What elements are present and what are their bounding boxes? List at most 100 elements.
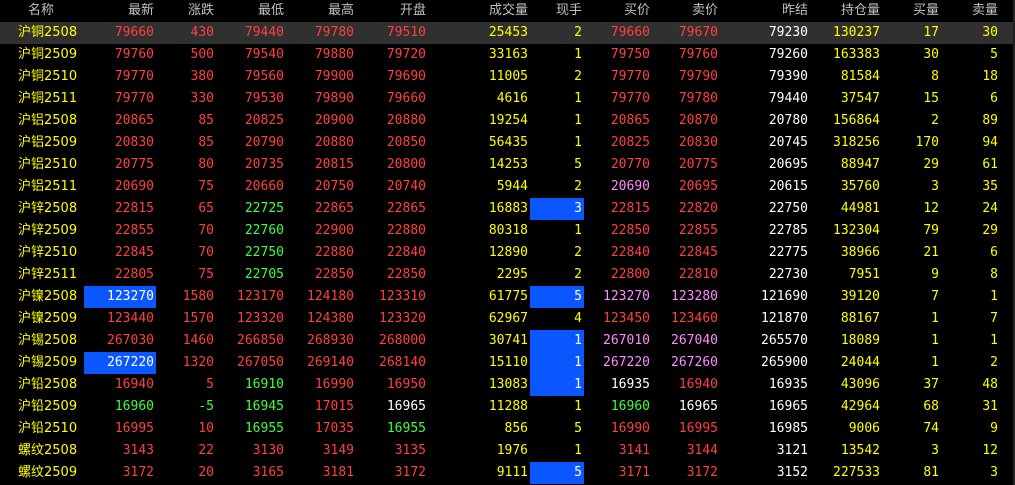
quote-row[interactable]: 沪铝2509 20830 85 20790 20880 20850 56435 1 20825 2…: [0, 132, 1015, 154]
cell-oi: 24044: [840, 355, 880, 370]
quote-row[interactable]: 沪铜2509 79760 500 79540 79880 79720 33163 1 79750…: [0, 44, 1015, 66]
column-header-prev[interactable]: 昨结: [744, 0, 810, 22]
cell-ask: 3172: [686, 465, 718, 480]
cell-cur: 1: [530, 374, 584, 396]
cell-askv: 3: [990, 465, 998, 480]
cell-bid: 16960: [610, 399, 650, 414]
cell-vol: 80318: [488, 223, 528, 238]
cell-chg: 5: [206, 377, 214, 392]
column-header-oi[interactable]: 持仓量: [810, 0, 882, 22]
column-header-chg[interactable]: 涨跌: [156, 0, 216, 22]
cell-low: 123320: [237, 311, 284, 326]
cell-chg: -5: [198, 399, 214, 414]
quote-row[interactable]: 沪铝2510 20775 80 20735 20815 20800 14253 5 20770 2…: [0, 154, 1015, 176]
cell-last: 20690: [114, 179, 154, 194]
cell-askv: 30: [982, 25, 998, 40]
cell-prev: 265900: [761, 355, 808, 370]
column-header-bid[interactable]: 买价: [590, 0, 652, 22]
quote-row[interactable]: 沪锌2511 22805 75 22705 22850 22850 2295 2 22800 22…: [0, 264, 1015, 286]
quote-row[interactable]: 沪镍2509 123440 1570 123320 124380 123320 62967 4…: [0, 308, 1015, 330]
cell-oi: 44981: [840, 201, 880, 216]
column-header-ask[interactable]: 卖价: [652, 0, 720, 22]
quote-row[interactable]: 螺纹2509 3172 20 3165 3181 3172 9111 5 3171 3172 315…: [0, 462, 1015, 484]
cell-ask: 16965: [678, 399, 718, 414]
cell-high: 79890: [314, 91, 354, 106]
quote-row[interactable]: 沪铜2510 79770 380 79560 79900 79690 11005 2 79770…: [0, 66, 1015, 88]
quote-table-body: 沪铜2508 79660 430 79440 79780 79510 25453 2 79660…: [0, 22, 1015, 484]
quote-row[interactable]: 沪铅2509 16960 -5 16945 17015 16965 11288 1 16960 1…: [0, 396, 1015, 418]
cell-bid: 22840: [610, 245, 650, 260]
cell-last: 16940: [114, 377, 154, 392]
cell-vol: 25453: [488, 25, 528, 40]
cell-oi: 132304: [833, 223, 880, 238]
column-header-low[interactable]: 最低: [216, 0, 286, 22]
cell-open: 79510: [386, 25, 426, 40]
cell-high: 79900: [314, 69, 354, 84]
cell-bidv: 8: [931, 69, 939, 84]
quote-row[interactable]: 沪锌2510 22845 70 22750 22880 22840 12890 2 22840 2…: [0, 242, 1015, 264]
cell-name: 沪镍2508: [18, 289, 78, 304]
cell-vol: 30741: [488, 333, 528, 348]
quote-row[interactable]: 沪镍2508 123270 1580 123170 124180 123310 61775 5…: [0, 286, 1015, 308]
cell-vol: 56435: [488, 135, 528, 150]
cell-oi: 318256: [833, 135, 880, 150]
cell-askv: 48: [982, 377, 998, 392]
column-header-last[interactable]: 最新: [84, 0, 156, 22]
quote-row[interactable]: 沪铅2508 16940 5 16910 16990 16950 13083 1 16935 16…: [0, 374, 1015, 396]
cell-last: 22855: [114, 223, 154, 238]
cell-ask: 16940: [678, 377, 718, 392]
column-header-vol[interactable]: 成交量: [462, 0, 530, 22]
cell-name: 沪铜2511: [18, 91, 78, 106]
column-header-cur[interactable]: 现手: [530, 0, 584, 22]
quote-row[interactable]: 沪铅2510 16995 10 16955 17035 16955 856 5 16990 169…: [0, 418, 1015, 440]
cell-chg: 430: [190, 25, 214, 40]
cell-askv: 1: [990, 289, 998, 304]
cell-chg: 1460: [182, 333, 214, 348]
cell-prev: 3152: [776, 465, 808, 480]
cell-open: 268000: [379, 333, 426, 348]
cell-last: 22845: [114, 245, 154, 260]
cell-open: 16955: [386, 421, 426, 436]
cell-last: 123270: [84, 286, 156, 308]
cell-cur: 5: [530, 286, 584, 308]
quote-row[interactable]: 沪锌2509 22855 70 22760 22900 22880 80318 1 22850 2…: [0, 220, 1015, 242]
cell-prev: 79230: [768, 25, 808, 40]
column-header-bidv[interactable]: 买量: [882, 0, 941, 22]
column-header-high[interactable]: 最高: [286, 0, 356, 22]
quote-row[interactable]: 沪铜2511 79770 330 79530 79890 79660 4616 1 79770 7…: [0, 88, 1015, 110]
cell-high: 22900: [314, 223, 354, 238]
cell-cur: 2: [574, 69, 582, 84]
cell-open: 22880: [386, 223, 426, 238]
cell-oi: 88167: [840, 311, 880, 326]
quote-row[interactable]: 沪铝2511 20690 75 20660 20750 20740 5944 2 20690 20…: [0, 176, 1015, 198]
cell-chg: 1580: [182, 289, 214, 304]
cell-cur: 1: [574, 47, 582, 62]
cell-vol: 33163: [488, 47, 528, 62]
cell-askv: 29: [982, 223, 998, 238]
cell-cur: 1: [574, 399, 582, 414]
cell-name: 沪铝2509: [18, 135, 78, 150]
cell-bidv: 12: [923, 201, 939, 216]
quote-row[interactable]: 沪锡2508 267030 1460 266850 268930 268000 30741 1…: [0, 330, 1015, 352]
cell-ask: 20870: [678, 113, 718, 128]
quote-row[interactable]: 沪铜2508 79660 430 79440 79780 79510 25453 2 79660…: [0, 22, 1015, 44]
cell-cur: 2: [574, 267, 582, 282]
column-header-askv[interactable]: 卖量: [941, 0, 1000, 22]
cell-name: 沪锌2511: [18, 267, 78, 282]
quote-row[interactable]: 沪铝2508 20865 85 20825 20900 20880 19254 1 20865 2…: [0, 110, 1015, 132]
cell-chg: 500: [190, 47, 214, 62]
column-header-open[interactable]: 开盘: [356, 0, 428, 22]
cell-high: 124380: [307, 311, 354, 326]
quote-row[interactable]: 螺纹2508 3143 22 3130 3149 3135 1976 1 3141 3144 312…: [0, 440, 1015, 462]
cell-oi: 43096: [840, 377, 880, 392]
cell-high: 16990: [314, 377, 354, 392]
quote-row[interactable]: 沪锌2508 22815 65 22725 22865 22865 16883 3 22815 2…: [0, 198, 1015, 220]
cell-name: 沪锡2509: [18, 355, 78, 370]
cell-high: 3149: [322, 443, 354, 458]
cell-name: 沪锌2509: [18, 223, 78, 238]
cell-chg: 70: [198, 223, 214, 238]
cell-open: 16950: [386, 377, 426, 392]
column-header-name[interactable]: 名称: [0, 0, 84, 22]
cell-vol: 13083: [488, 377, 528, 392]
quote-row[interactable]: 沪锡2509 267220 1320 267050 269140 268140 15110 1…: [0, 352, 1015, 374]
